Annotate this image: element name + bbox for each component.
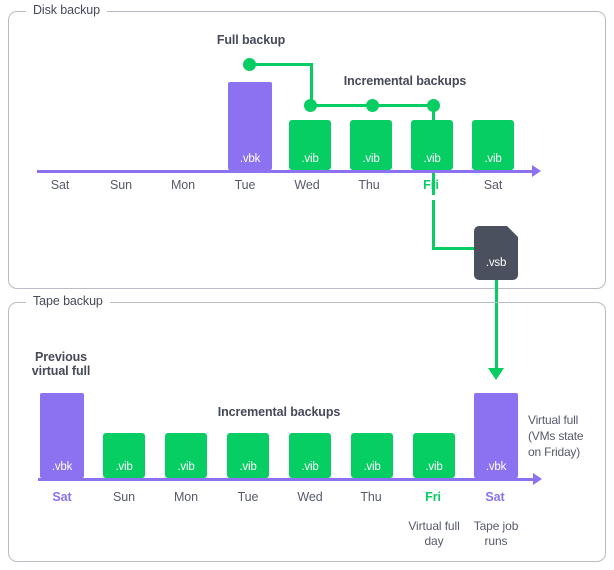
backup-schedule-diagram: Disk backup Full backup Incremental back… <box>0 0 614 570</box>
disk-bar-vib-fri-label: .vib <box>423 153 441 165</box>
tape-bar-vib-wed: .vib <box>289 433 331 478</box>
tape-bar-vib-sun-label: .vib <box>115 461 133 473</box>
fri-to-vsb-horizontal <box>432 247 474 250</box>
virtual-full-note-line3: on Friday) <box>528 445 581 459</box>
disk-incremental-backups-heading: Incremental backups <box>343 74 467 88</box>
tape-day-mon: Mon <box>173 490 199 504</box>
virtual-full-note-line1: Virtual full <box>528 413 579 427</box>
disk-timeline-axis-arrow <box>532 165 541 177</box>
disk-bar-vib-sat-label: .vib <box>484 153 502 165</box>
disk-day-tue: Tue <box>234 178 256 192</box>
tape-bar-vib-tue: .vib <box>227 433 269 478</box>
disk-bar-vib-thu: .vib <box>350 120 392 170</box>
tape-bar-vib-fri-label: .vib <box>425 461 443 473</box>
incremental-dot-wed <box>304 99 317 112</box>
tape-day-sun: Sun <box>113 490 135 504</box>
tape-timeline-axis-arrow <box>533 473 542 485</box>
vsb-file-label: .vsb <box>485 257 507 269</box>
disk-bar-vib-fri: .vib <box>411 120 453 170</box>
disk-bar-vib-thu-label: .vib <box>362 153 380 165</box>
disk-bar-vib-wed-label: .vib <box>301 153 319 165</box>
disk-day-sat-1: Sat <box>50 178 70 192</box>
tape-day-sat-1: Sat <box>52 490 72 504</box>
disk-timeline-axis <box>37 170 534 173</box>
tape-bar-vib-mon-label: .vib <box>177 461 195 473</box>
incremental-dot-thu <box>366 99 379 112</box>
tape-day-wed: Wed <box>297 490 323 504</box>
tape-bar-vib-wed-label: .vib <box>301 461 319 473</box>
virtual-full-vms-state-note: Virtual full (VMs state on Friday) <box>528 412 608 460</box>
tape-bar-vbk-sat-last-label: .vbk <box>485 461 507 473</box>
previous-virtual-full-heading: Previous virtual full <box>18 350 104 378</box>
disk-bar-vbk-tue-label: .vbk <box>239 153 261 165</box>
tape-job-runs-note: Tape job runs <box>458 519 534 549</box>
tape-incremental-backups-heading: Incremental backups <box>217 405 341 419</box>
disk-backup-panel-label: Disk backup <box>26 3 107 17</box>
tape-bar-vib-thu: .vib <box>351 433 393 478</box>
full-backup-connector-horizontal <box>249 63 313 66</box>
tape-bar-vbk-sat-first: .vbk <box>40 393 84 478</box>
tape-bar-vib-fri: .vib <box>413 433 455 478</box>
tape-bar-vib-mon: .vib <box>165 433 207 478</box>
disk-day-sat-2: Sat <box>483 178 503 192</box>
tape-bar-vib-thu-label: .vib <box>363 461 381 473</box>
virtual-full-note-line2: (VMs state <box>528 429 584 443</box>
disk-bar-vib-wed: .vib <box>289 120 331 170</box>
disk-day-wed: Wed <box>294 178 320 192</box>
incremental-chain-line-1 <box>310 104 374 107</box>
tape-day-fri: Fri <box>425 490 441 504</box>
tape-bar-vib-sun: .vib <box>103 433 145 478</box>
tape-day-tue: Tue <box>237 490 259 504</box>
disk-day-thu: Thu <box>358 178 380 192</box>
vsb-file-icon: .vsb <box>474 226 518 280</box>
tape-day-thu: Thu <box>360 490 382 504</box>
tape-timeline-axis <box>38 478 535 481</box>
tape-job-runs-note-line1: Tape job <box>473 519 519 533</box>
tape-job-runs-note-line2: runs <box>484 534 508 548</box>
file-fold-corner-icon <box>507 226 518 237</box>
disk-bar-vbk-tue: .vbk <box>228 82 272 170</box>
previous-virtual-full-line2: virtual full <box>31 364 91 378</box>
disk-day-sun: Sun <box>110 178 132 192</box>
tape-bar-vbk-sat-last: .vbk <box>474 393 518 478</box>
tape-bar-vbk-sat-first-label: .vbk <box>51 461 73 473</box>
full-backup-heading: Full backup <box>216 33 286 47</box>
tape-day-sat-2: Sat <box>485 490 505 504</box>
disk-day-fri: Fri <box>423 178 439 192</box>
disk-bar-vib-sat: .vib <box>472 120 514 170</box>
tape-backup-panel-label: Tape backup <box>26 294 110 308</box>
disk-day-mon: Mon <box>170 178 196 192</box>
previous-virtual-full-line1: Previous <box>34 350 87 364</box>
tape-bar-vib-tue-label: .vib <box>239 461 257 473</box>
fri-to-vsb-vertical-lower <box>432 200 435 250</box>
incremental-chain-line-2 <box>372 104 435 107</box>
